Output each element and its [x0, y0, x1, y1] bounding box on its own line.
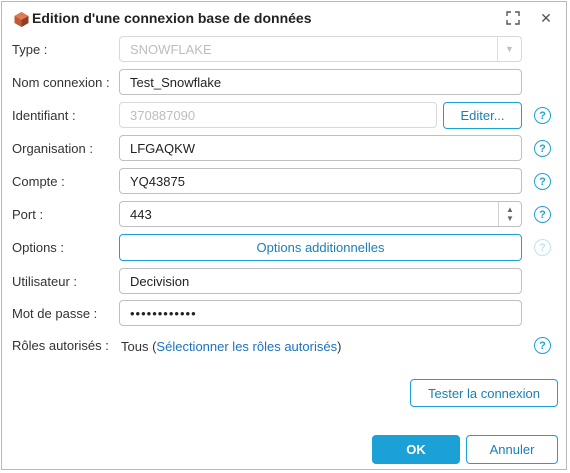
test-connection-button[interactable]: Tester la connexion: [410, 379, 558, 407]
help-icon[interactable]: ?: [534, 107, 551, 124]
close-icon: ✕: [540, 9, 552, 26]
identifiant-label: Identifiant :: [12, 108, 76, 123]
ok-button[interactable]: OK: [372, 435, 460, 464]
organisation-value: LFGAQKW: [130, 140, 196, 156]
roles-text: Tous (Sélectionner les rôles autorisés): [121, 339, 342, 354]
dropdown-arrow-icon: ▼: [497, 37, 521, 61]
roles-label: Rôles autorisés :: [12, 338, 109, 353]
identifiant-value: 370887090: [130, 107, 196, 123]
utilisateur-label: Utilisateur :: [12, 274, 78, 289]
cancel-button[interactable]: Annuler: [466, 435, 558, 464]
help-icon: ?: [534, 239, 551, 256]
roles-prefix: Tous: [121, 339, 149, 354]
dialog-title: Edition d'une connexion base de données: [32, 10, 312, 26]
port-input[interactable]: 443 ▲ ▼: [119, 201, 522, 227]
help-icon[interactable]: ?: [534, 173, 551, 190]
close-button[interactable]: ✕: [536, 8, 556, 28]
roles-select-link[interactable]: Sélectionner les rôles autorisés: [156, 339, 337, 354]
password-label: Mot de passe :: [12, 306, 98, 321]
port-value: 443: [130, 206, 152, 222]
identifiant-input[interactable]: 370887090: [119, 102, 437, 128]
spinner-down-icon[interactable]: ▼: [506, 214, 514, 223]
database-icon: [14, 12, 29, 27]
options-additionnelles-button[interactable]: Options additionnelles: [119, 234, 522, 261]
maximize-icon[interactable]: [506, 11, 520, 25]
compte-input[interactable]: YQ43875: [119, 168, 522, 194]
nom-connexion-input[interactable]: Test_Snowflake: [119, 69, 522, 95]
editer-button[interactable]: Editer...: [443, 102, 522, 129]
port-spinner[interactable]: ▲ ▼: [498, 202, 521, 226]
type-value: SNOWFLAKE: [130, 41, 212, 57]
type-label: Type :: [12, 42, 48, 57]
options-label: Options :: [12, 240, 65, 255]
utilisateur-input[interactable]: Decivision: [119, 268, 522, 294]
password-value: ••••••••••••: [130, 305, 197, 321]
connection-dialog: Edition d'une connexion base de données …: [1, 1, 567, 470]
compte-value: YQ43875: [130, 173, 185, 189]
organisation-label: Organisation :: [12, 141, 93, 156]
utilisateur-value: Decivision: [130, 273, 190, 289]
password-input[interactable]: ••••••••••••: [119, 300, 522, 326]
title-bar: Edition d'une connexion base de données …: [2, 2, 566, 34]
organisation-input[interactable]: LFGAQKW: [119, 135, 522, 161]
port-label: Port :: [12, 207, 44, 222]
help-icon[interactable]: ?: [534, 206, 551, 223]
type-select[interactable]: SNOWFLAKE ▼: [119, 36, 522, 62]
help-icon[interactable]: ?: [534, 140, 551, 157]
nom-connexion-label: Nom connexion :: [12, 75, 110, 90]
nom-connexion-value: Test_Snowflake: [130, 74, 222, 90]
spinner-up-icon[interactable]: ▲: [506, 205, 514, 214]
compte-label: Compte :: [12, 174, 65, 189]
help-icon[interactable]: ?: [534, 337, 551, 354]
